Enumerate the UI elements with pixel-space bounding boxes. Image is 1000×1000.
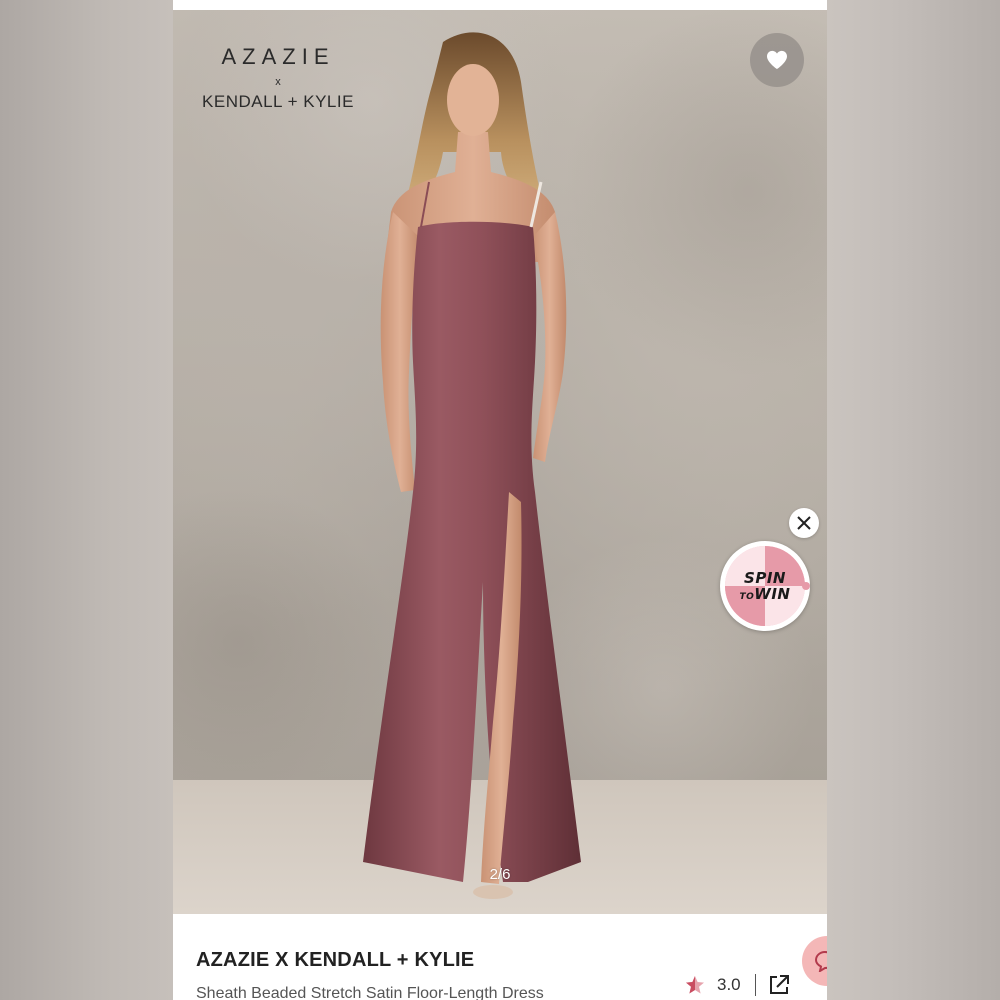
to-label: TO — [739, 591, 755, 602]
product-title: Sheath Beaded Stretch Satin Floor-Length… — [196, 985, 544, 1000]
chat-button[interactable] — [802, 936, 827, 986]
spin-label: SPIN — [744, 568, 786, 587]
product-info: AZAZIE X KENDALL + KYLIE Sheath Beaded S… — [173, 914, 827, 1000]
spin-to-win-label: SPIN TOWIN — [720, 541, 810, 631]
product-image-gallery[interactable]: AZAZIE x KENDALL + KYLIE 2/6 SPIN TOWIN — [173, 10, 827, 914]
star-icon — [686, 976, 704, 994]
win-label: TOWIN — [739, 584, 791, 603]
product-brand[interactable]: AZAZIE X KENDALL + KYLIE — [196, 949, 474, 972]
image-counter: 2/6 — [489, 866, 511, 883]
background-blur-right — [827, 0, 1000, 1000]
share-icon[interactable] — [768, 974, 790, 996]
divider — [754, 974, 756, 996]
close-promo-button[interactable] — [789, 508, 819, 538]
top-strip — [173, 0, 827, 10]
product-page: AZAZIE x KENDALL + KYLIE 2/6 SPIN TOWIN … — [173, 0, 827, 1000]
spin-to-win-button[interactable]: SPIN TOWIN — [720, 541, 810, 631]
rating-and-share: 3.0 — [681, 969, 803, 1000]
background-blur-left — [0, 0, 173, 1000]
favorite-button[interactable] — [750, 33, 804, 87]
chat-icon — [814, 950, 827, 972]
win-word: WIN — [754, 584, 791, 603]
model-wearing-dress — [363, 32, 581, 899]
close-icon — [797, 516, 811, 530]
rating-value: 3.0 — [717, 975, 741, 994]
heart-icon — [767, 50, 787, 70]
